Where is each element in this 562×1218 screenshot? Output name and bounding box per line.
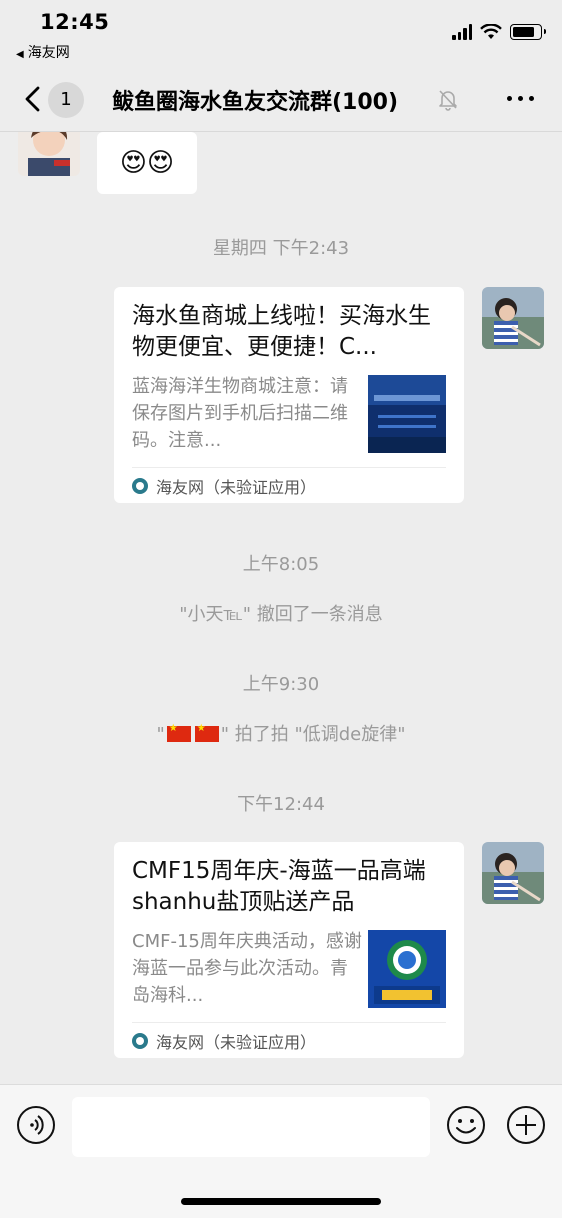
link-card[interactable]: CMF15周年庆-海蓝一品高端shanhu盐顶贴送产品 CMF-15周年庆典活动… (114, 842, 464, 1058)
recall-notice: "小天℡" 撤回了一条消息 (179, 604, 383, 625)
china-flag-icon (166, 723, 191, 742)
home-indicator[interactable] (181, 1198, 381, 1205)
emoji-heart-eyes-icon: 😍😍 (119, 148, 175, 178)
emoji-icon[interactable] (446, 1105, 486, 1145)
chat-header: 1 鲅鱼圈海水鱼友交流群(100) (0, 66, 562, 132)
status-bar: 12:45 ◀ 海友网 (0, 0, 562, 66)
plus-icon[interactable] (506, 1105, 546, 1145)
card-thumbnail (368, 375, 446, 453)
unread-count-badge[interactable]: 1 (48, 82, 84, 118)
status-icons (452, 24, 546, 40)
battery-icon (510, 24, 546, 40)
avatar[interactable] (18, 132, 80, 176)
card-source: 海友网（未验证应用） (156, 477, 317, 497)
app-logo-icon (132, 1032, 148, 1049)
bell-mute-icon (439, 90, 457, 111)
app-logo-icon (132, 477, 148, 494)
message-input[interactable] (72, 1097, 430, 1157)
card-description: 蓝海海洋生物商城注意：请保存图片到手机后扫描二维码。注意... (132, 376, 348, 451)
message-list[interactable]: 😍😍 星期四 下午2:43 海水鱼商城上线啦！买海水生物更便宜、更便捷！C...… (0, 132, 562, 1084)
voice-icon[interactable] (16, 1105, 56, 1145)
china-flag-icon (194, 723, 219, 742)
more-icon[interactable] (507, 96, 534, 101)
pat-notice: " " 拍了拍 "低调de旋律" (0, 720, 562, 746)
signal-icon (452, 24, 472, 40)
child-photo-avatar-icon (482, 842, 544, 904)
status-time: 12:45 (40, 10, 110, 34)
status-back-label: 海友网 (27, 45, 70, 61)
emoji-message-bubble[interactable]: 😍😍 (97, 132, 197, 194)
avatar[interactable] (482, 287, 544, 349)
card-source: 海友网（未验证应用） (156, 1032, 317, 1052)
timestamp: 星期四 下午2:43 (212, 238, 350, 259)
card-title: CMF15周年庆-海蓝一品高端shanhu盐顶贴送产品 (132, 858, 426, 915)
pat-text: " 拍了拍 "低调de旋律" (220, 724, 406, 745)
cartoon-avatar-icon (18, 132, 80, 176)
link-card[interactable]: 海水鱼商城上线啦！买海水生物更便宜、更便捷！C... 蓝海海洋生物商城注意：请保… (114, 287, 464, 503)
timestamp: 下午12:44 (237, 794, 325, 815)
timestamp: 上午9:30 (242, 674, 320, 695)
status-back-link[interactable]: ◀ 海友网 (16, 42, 70, 62)
chat-title: 鲅鱼圈海水鱼友交流群(100) (112, 90, 399, 115)
card-title: 海水鱼商城上线啦！买海水生物更便宜、更便捷！C... (132, 303, 431, 360)
card-description: CMF-15周年庆典活动，感谢海蓝一品参与此次活动。青岛海科... (132, 931, 362, 1006)
back-triangle-icon: ◀ (16, 49, 24, 60)
child-photo-avatar-icon (482, 287, 544, 349)
avatar[interactable] (482, 842, 544, 904)
timestamp: 上午8:05 (242, 554, 320, 575)
pat-quote-open: " (156, 724, 165, 745)
wifi-icon (480, 24, 502, 39)
card-thumbnail (368, 930, 446, 1008)
